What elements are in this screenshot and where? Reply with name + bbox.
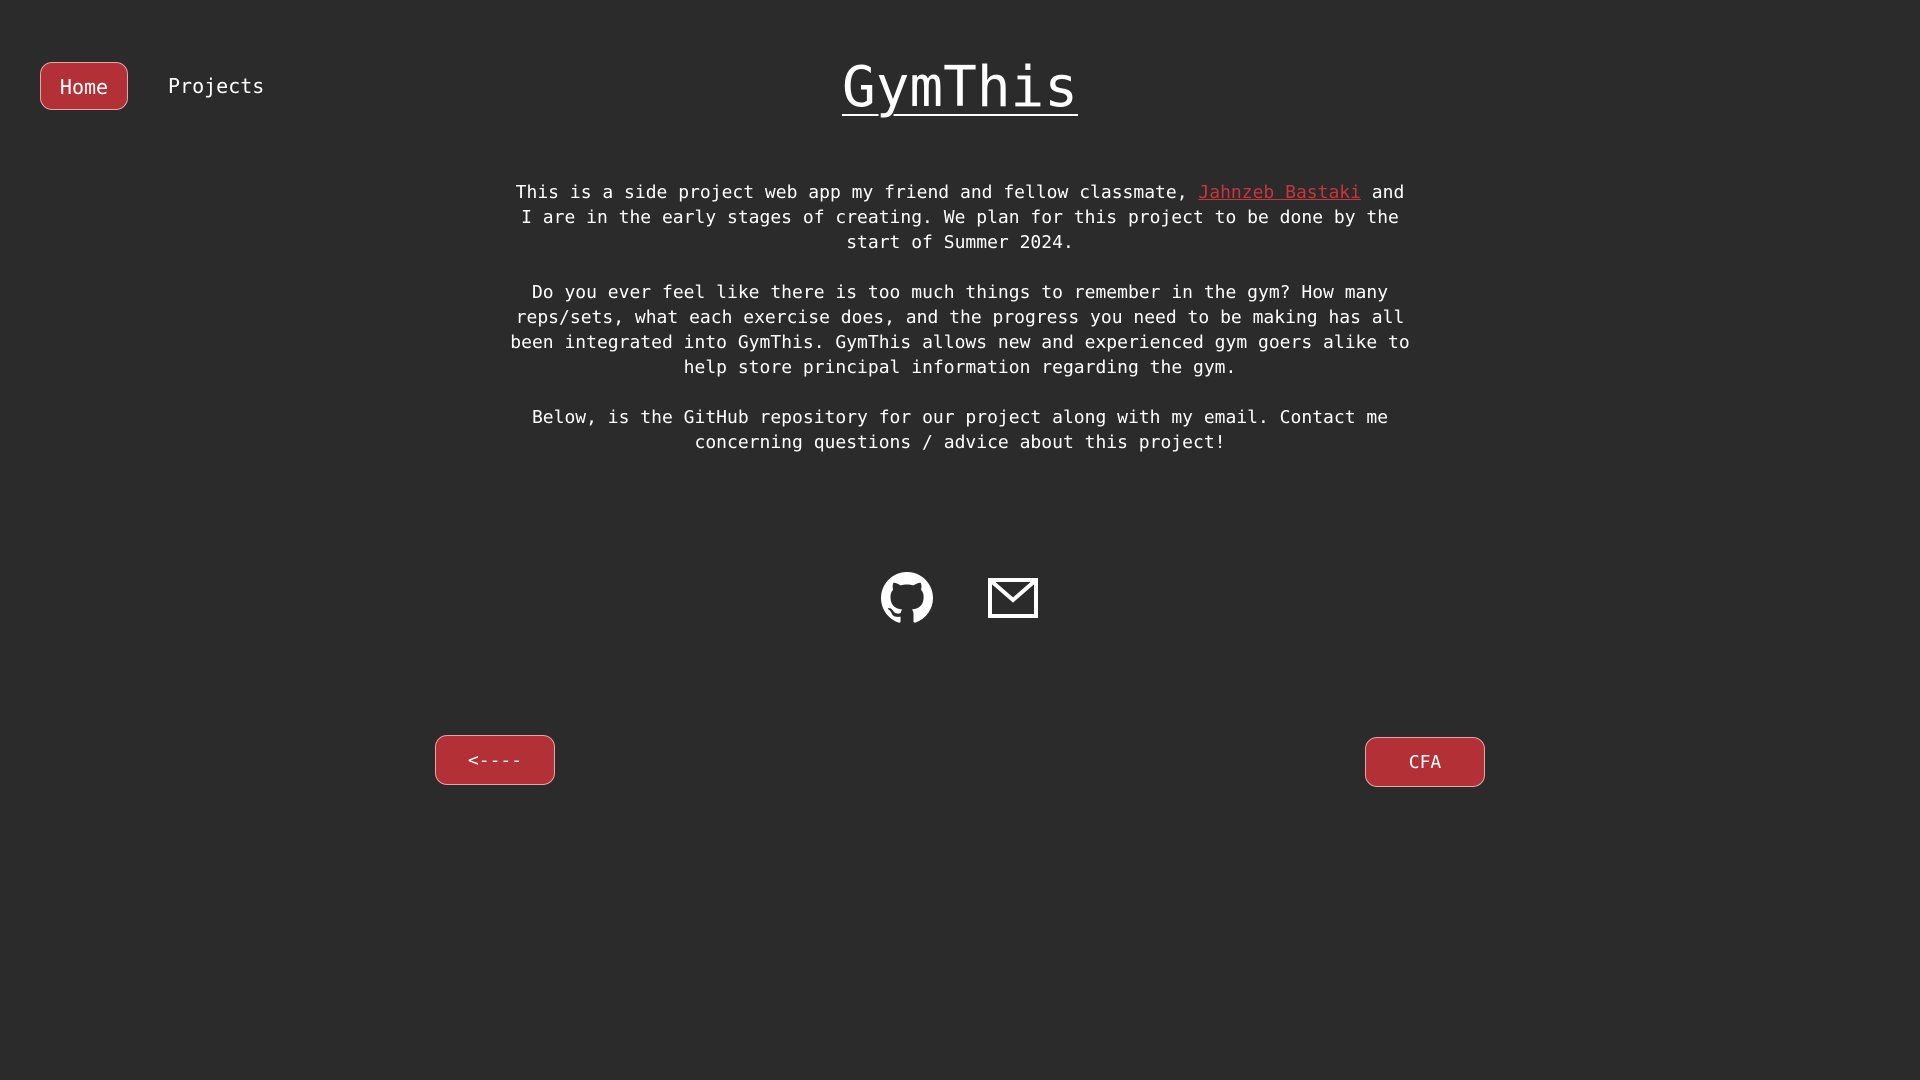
next-project-button[interactable]: CFA xyxy=(1365,737,1485,787)
features-paragraph: Do you ever feel like there is too much … xyxy=(510,282,1410,378)
intro-text-before: This is a side project web app my friend… xyxy=(515,182,1199,203)
back-button[interactable]: <---- xyxy=(435,735,555,785)
page: Home Projects GymThis This is a side pro… xyxy=(0,0,1920,1080)
collaborator-link[interactable]: Jahnzeb Bastaki xyxy=(1198,182,1361,203)
contact-icons xyxy=(0,572,1920,624)
page-title: GymThis xyxy=(841,55,1078,120)
mail-icon[interactable] xyxy=(987,572,1039,624)
contact-paragraph: Below, is the GitHub repository for our … xyxy=(531,407,1389,453)
github-icon[interactable] xyxy=(881,572,933,624)
description: This is a side project web app my friend… xyxy=(510,180,1410,480)
intro-paragraph: This is a side project web app my friend… xyxy=(510,180,1410,255)
